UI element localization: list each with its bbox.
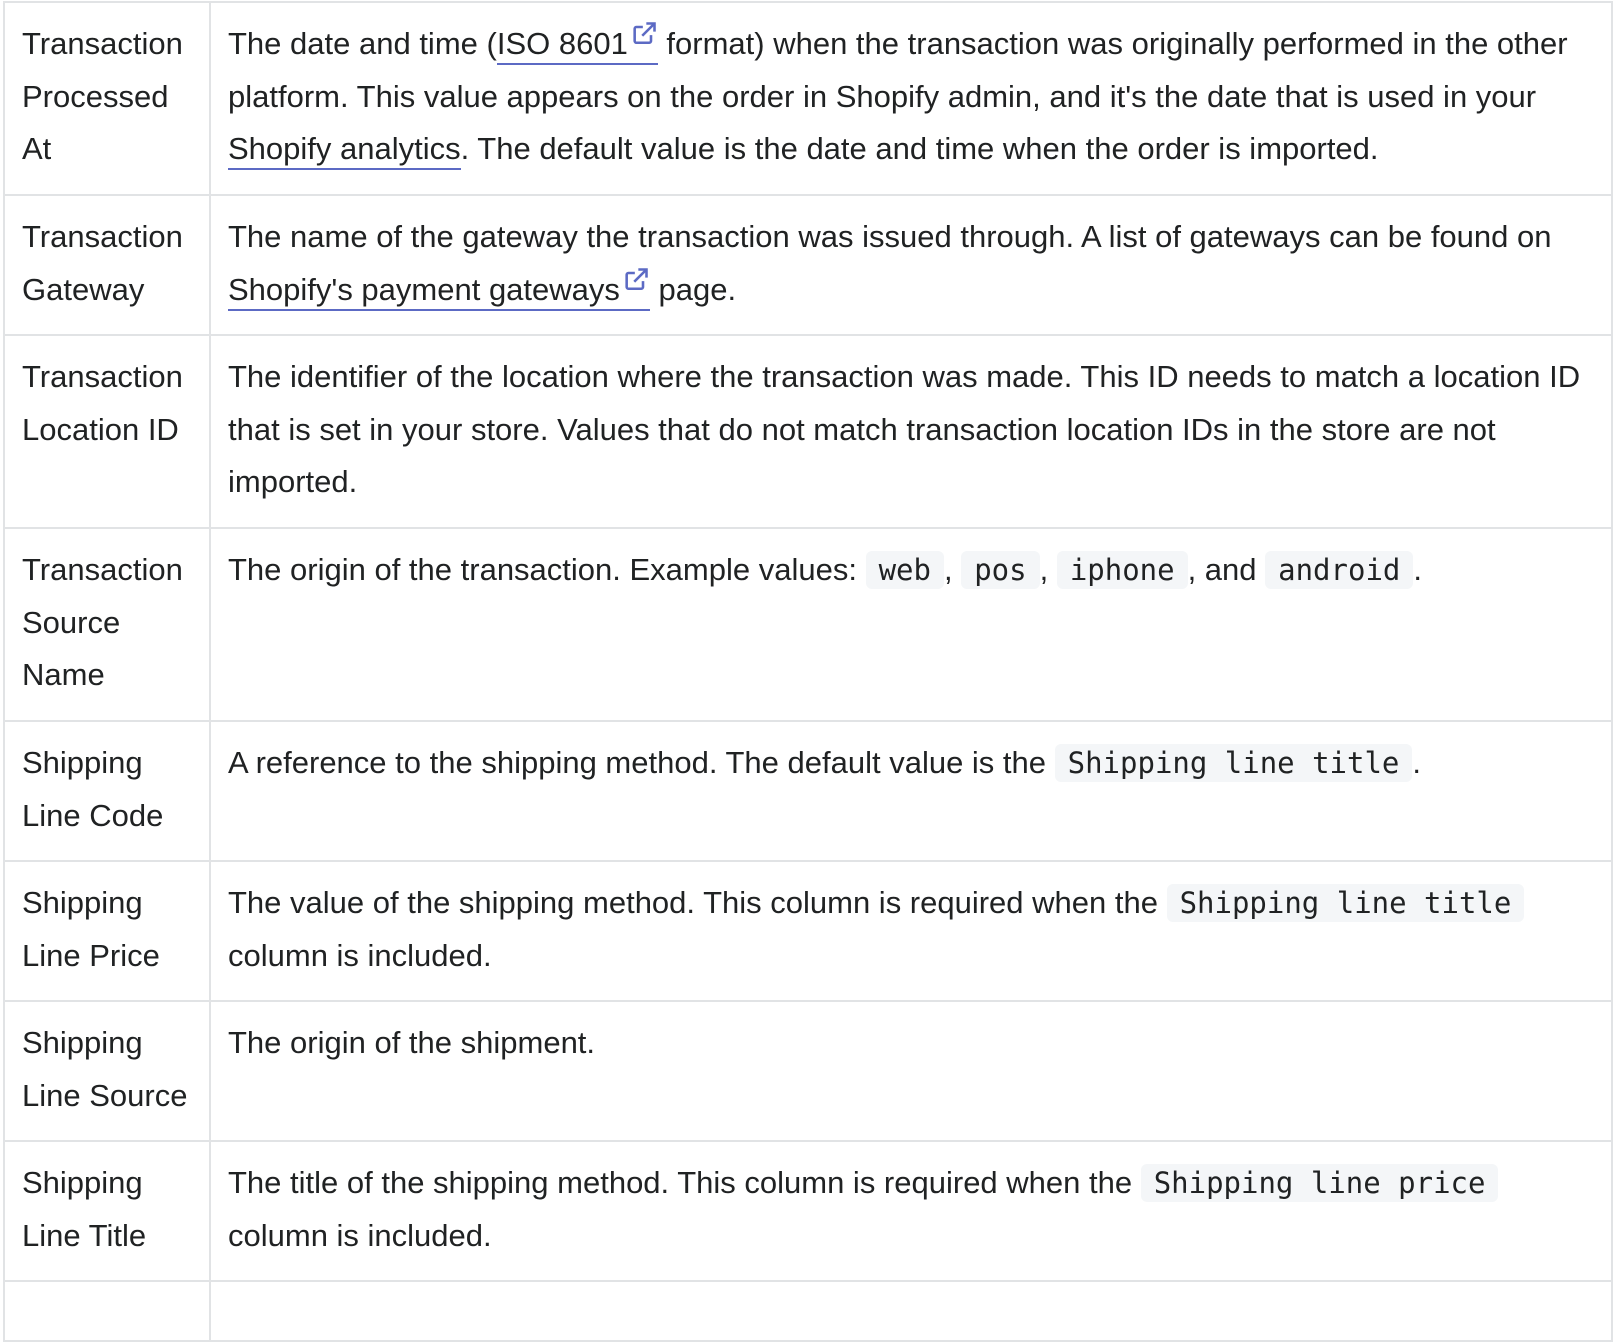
link-text: Shopify's payment gateways xyxy=(228,271,620,307)
table-row: Shipping Line Title The title of the shi… xyxy=(3,1140,1613,1282)
description-text: . xyxy=(1412,745,1421,780)
column-description-cell: The origin of the shipment. xyxy=(209,1000,1613,1142)
separator-text: , xyxy=(1039,552,1057,587)
code-value: Shipping line title xyxy=(1054,744,1413,782)
column-name-cell: Transaction Location ID xyxy=(3,334,211,529)
column-name-cell: Transaction Source Name xyxy=(3,527,211,722)
description-text: page. xyxy=(649,271,737,307)
column-name-cell: Shipping Line Price xyxy=(3,860,211,1002)
separator-text: , xyxy=(943,552,962,587)
table-row: Transaction Processed At The date and ti… xyxy=(3,1,1613,196)
column-description-cell: The name of the gateway the transaction … xyxy=(209,194,1613,336)
table-row-partial xyxy=(3,1280,1613,1342)
column-description-cell: The value of the shipping method. This c… xyxy=(209,860,1613,1002)
code-value: Shipping line price xyxy=(1140,1164,1499,1202)
description-text: The identifier of the location where the… xyxy=(228,359,1581,499)
description-text: . The default value is the date and time… xyxy=(460,131,1379,166)
column-name-cell: Transaction Processed At xyxy=(3,1,211,196)
external-link-icon xyxy=(633,22,656,45)
description-text: The name of the gateway the transaction … xyxy=(228,219,1552,254)
description-text: A reference to the shipping method. The … xyxy=(228,745,1055,780)
code-value-pos: pos xyxy=(961,551,1040,589)
link-text: ISO 8601 xyxy=(496,26,628,61)
code-value-web: web xyxy=(865,551,944,589)
code-value-iphone: iphone xyxy=(1056,551,1188,589)
column-description-cell: The origin of the transaction. Example v… xyxy=(209,527,1613,722)
separator-text: , and xyxy=(1187,552,1266,587)
description-text: The origin of the shipment. xyxy=(228,1025,596,1060)
payment-gateways-link[interactable]: Shopify's payment gateways xyxy=(228,267,650,311)
column-name-cell: Shipping Line Title xyxy=(3,1140,211,1282)
column-reference-table: Transaction Processed At The date and ti… xyxy=(3,1,1613,1342)
description-text: The date and time ( xyxy=(228,26,497,61)
column-name-cell: Shipping Line Code xyxy=(3,720,211,862)
description-text: column is included. xyxy=(228,937,492,973)
table-row: Transaction Gateway The name of the gate… xyxy=(3,194,1613,336)
column-name-cell: Transaction Gateway xyxy=(3,194,211,336)
description-text: . xyxy=(1413,552,1422,587)
table-row: Transaction Source Name The origin of th… xyxy=(3,527,1613,722)
column-description-cell: The date and time (ISO 8601 format) when… xyxy=(209,1,1613,196)
code-value: Shipping line title xyxy=(1166,884,1525,922)
table-row: Shipping Line Code A reference to the sh… xyxy=(3,720,1613,862)
shopify-analytics-link[interactable]: Shopify analytics xyxy=(228,131,461,170)
column-description-cell: The title of the shipping method. This c… xyxy=(209,1140,1613,1282)
column-description-cell-empty xyxy=(209,1280,1613,1342)
table-row: Shipping Line Source The origin of the s… xyxy=(3,1000,1613,1142)
external-link-icon xyxy=(625,267,648,290)
table-row: Shipping Line Price The value of the shi… xyxy=(3,860,1613,1002)
description-text: column is included. xyxy=(228,1217,492,1253)
column-name-cell: Shipping Line Source xyxy=(3,1000,211,1142)
column-description-cell: The identifier of the location where the… xyxy=(209,334,1613,529)
table-row: Transaction Location ID The identifier o… xyxy=(3,334,1613,529)
description-text: The title of the shipping method. This c… xyxy=(228,1165,1141,1200)
column-name-cell-empty xyxy=(3,1280,211,1342)
iso-8601-link[interactable]: ISO 8601 xyxy=(496,22,658,65)
description-text: The value of the shipping method. This c… xyxy=(228,885,1167,920)
code-value-android: android xyxy=(1265,551,1414,589)
description-text: The origin of the transaction. Example v… xyxy=(228,552,866,587)
column-description-cell: A reference to the shipping method. The … xyxy=(209,720,1613,862)
